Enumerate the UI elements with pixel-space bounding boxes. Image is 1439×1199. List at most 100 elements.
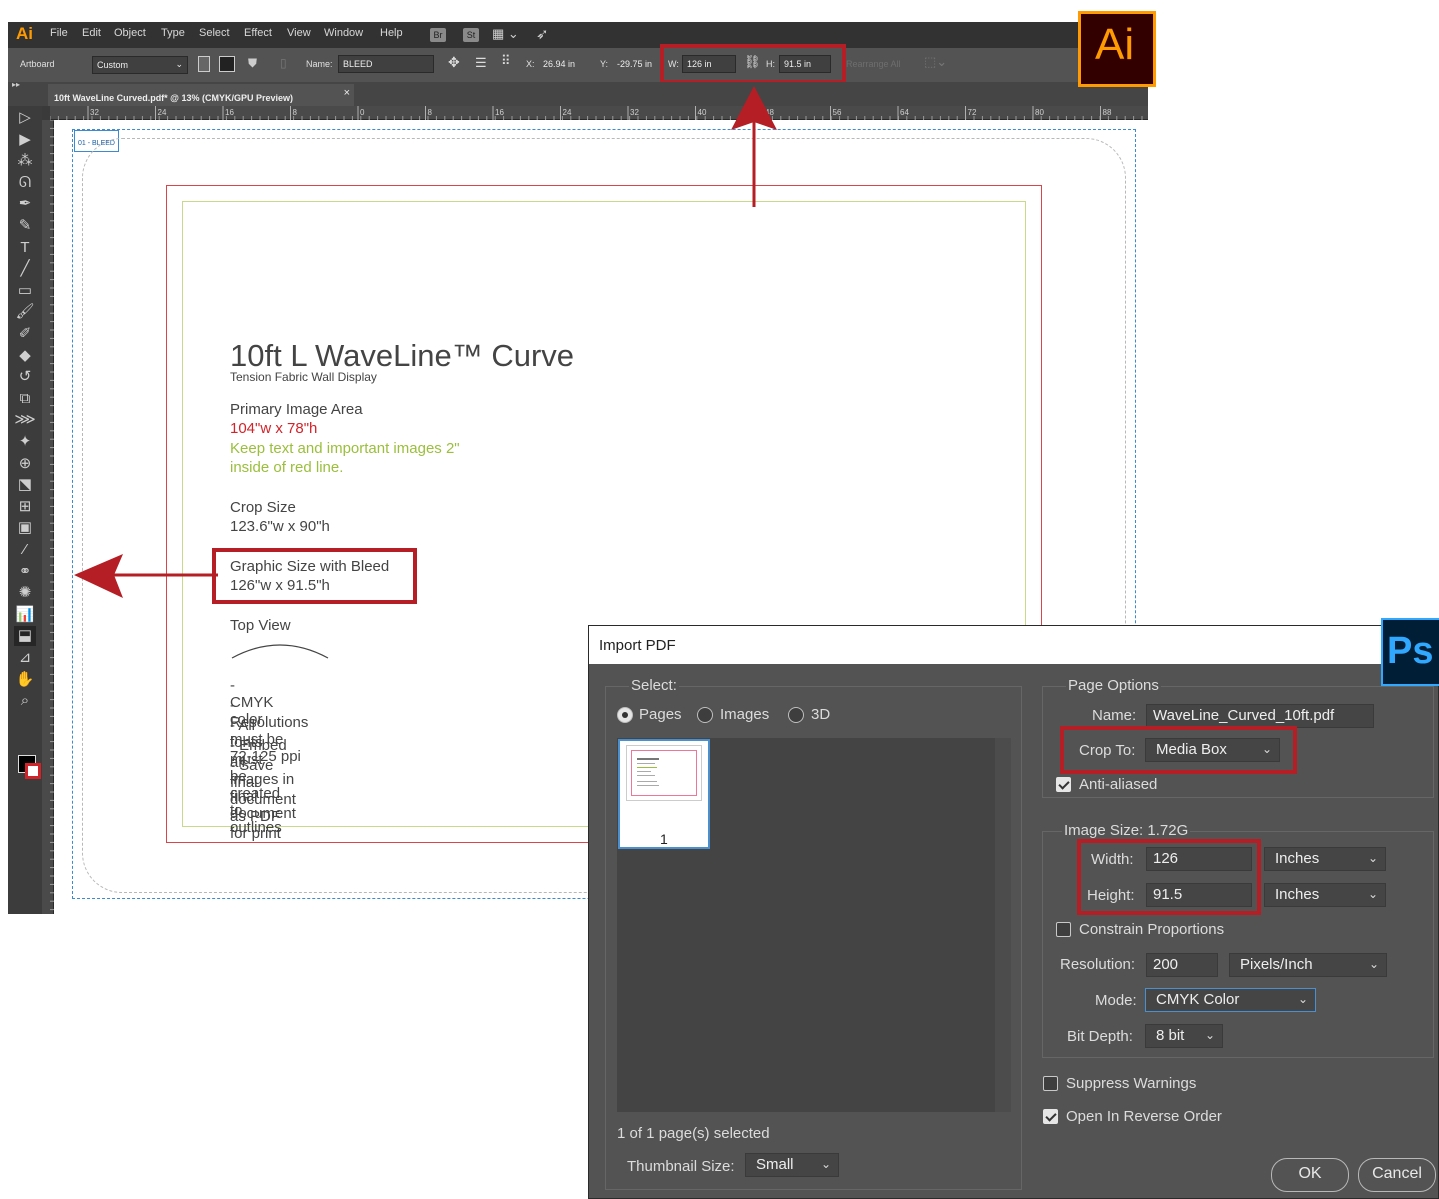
- perspective-grid-tool-icon[interactable]: ⬔: [14, 475, 36, 495]
- height-input[interactable]: 91.5: [1146, 883, 1252, 907]
- height-unit-value: Inches: [1275, 886, 1320, 903]
- pages-radio[interactable]: [617, 707, 633, 723]
- menu-select[interactable]: Select: [199, 27, 230, 39]
- thumbnail-size-select[interactable]: Small ⌄: [745, 1153, 839, 1177]
- portrait-icon[interactable]: [198, 56, 210, 72]
- direct-selection-tool-icon[interactable]: ▶: [14, 130, 36, 150]
- chevron-down-icon: ⌄: [820, 1157, 831, 1171]
- landscape-icon[interactable]: [219, 56, 235, 72]
- scale-tool-icon[interactable]: ⧉: [14, 389, 36, 409]
- eyedropper-tool-icon[interactable]: ⁄: [14, 540, 36, 560]
- ruler-label: 80: [1035, 108, 1044, 117]
- move-with-artboard-icon[interactable]: ⛊: [248, 56, 257, 71]
- lasso-tool-icon[interactable]: ᘏ: [14, 173, 36, 193]
- symbol-sprayer-tool-icon[interactable]: ✺: [14, 583, 36, 603]
- menu-window[interactable]: Window: [324, 27, 363, 39]
- ruler-label: 64: [900, 108, 909, 117]
- bit-depth-select[interactable]: 8 bit ⌄: [1145, 1024, 1223, 1048]
- rotate-tool-icon[interactable]: ↺: [14, 367, 36, 387]
- width-input[interactable]: 126: [1146, 847, 1252, 871]
- puppet-warp-tool-icon[interactable]: ✦: [14, 432, 36, 452]
- panel-collapse-icon[interactable]: ▸▸: [12, 80, 20, 89]
- menu-view[interactable]: View: [287, 27, 311, 39]
- curvature-tool-icon[interactable]: ✎: [14, 216, 36, 236]
- reverse-order-checkbox[interactable]: [1043, 1109, 1058, 1124]
- top-view-heading: Top View: [230, 617, 291, 634]
- magic-wand-tool-icon[interactable]: ⁂: [14, 151, 36, 171]
- grid-reference-icon[interactable]: ⠿: [501, 53, 511, 69]
- thumbnail-list[interactable]: 1: [617, 738, 1011, 1112]
- ok-button[interactable]: OK: [1271, 1158, 1349, 1192]
- eraser-tool-icon[interactable]: ◆: [14, 346, 36, 366]
- suppress-warnings-checkbox[interactable]: [1043, 1076, 1058, 1091]
- menu-type[interactable]: Type: [161, 27, 185, 39]
- pen-tool-icon[interactable]: ✒: [14, 194, 36, 214]
- paintbrush-tool-icon[interactable]: 🖌: [14, 302, 36, 322]
- document-tab[interactable]: 10ft WaveLine Curved.pdf* @ 13% (CMYK/GP…: [48, 84, 354, 106]
- name-input[interactable]: WaveLine_Curved_10ft.pdf: [1146, 704, 1374, 728]
- width-unit-select[interactable]: Inches ⌄: [1264, 847, 1386, 871]
- reference-point-icon[interactable]: ✥: [448, 54, 460, 71]
- menu-edit[interactable]: Edit: [82, 27, 101, 39]
- hand-tool-icon[interactable]: ✋: [14, 670, 36, 690]
- crop-size-heading: Crop Size: [230, 499, 296, 516]
- stock-button[interactable]: St: [463, 28, 479, 42]
- gradient-tool-icon[interactable]: ▣: [14, 518, 36, 538]
- type-tool-icon[interactable]: T: [14, 238, 36, 258]
- line-tool-icon[interactable]: ╱: [14, 259, 36, 279]
- width-height-arrow: [731, 86, 777, 207]
- menu-file[interactable]: File: [50, 27, 68, 39]
- y-input[interactable]: -29.75 in: [612, 55, 662, 73]
- illustrator-badge: Ai: [1078, 11, 1156, 87]
- shaper-tool-icon[interactable]: ✐: [14, 324, 36, 344]
- stroke-swatch[interactable]: [25, 763, 41, 779]
- slice-tool-icon[interactable]: ⊿: [14, 648, 36, 668]
- resolution-input[interactable]: 200: [1146, 953, 1218, 977]
- vertical-ruler-ticks: [50, 120, 54, 911]
- anti-aliased-label: Anti-aliased: [1079, 776, 1158, 793]
- top-view-curve: [231, 644, 329, 659]
- rectangle-tool-icon[interactable]: ▭: [14, 281, 36, 301]
- constrain-proportions-checkbox[interactable]: [1056, 922, 1071, 937]
- page-options-label: Page Options: [1066, 677, 1161, 694]
- workspace-switcher-icon[interactable]: ▦ ⌄: [492, 26, 519, 42]
- ruler-label: 72: [968, 108, 977, 117]
- artboard-name-input[interactable]: BLEED: [338, 55, 434, 73]
- menu-help[interactable]: Help: [380, 27, 403, 39]
- artboard-options-icon[interactable]: ▯: [280, 56, 287, 70]
- close-icon[interactable]: ×: [344, 87, 350, 99]
- menu-effect[interactable]: Effect: [244, 27, 272, 39]
- selection-tool-icon[interactable]: ▷: [14, 108, 36, 128]
- graphic-size-heading: Graphic Size with Bleed: [230, 558, 390, 575]
- menu-bar: Ai File Edit Object Type Select Effect View Win…: [8, 22, 1148, 48]
- mode-select[interactable]: CMYK Color ⌄: [1145, 988, 1316, 1012]
- bridge-button[interactable]: Br: [430, 28, 446, 42]
- mesh-tool-icon[interactable]: ⊞: [14, 497, 36, 517]
- anti-aliased-checkbox[interactable]: [1056, 777, 1071, 792]
- zoom-tool-icon[interactable]: ⌕: [14, 691, 36, 711]
- preset-select[interactable]: Custom ⌄: [92, 56, 188, 74]
- gpu-rocket-icon[interactable]: ➶: [536, 25, 549, 43]
- blend-tool-icon[interactable]: ⚭: [14, 562, 36, 582]
- ruler-label: 56: [833, 108, 842, 117]
- resolution-unit-select[interactable]: Pixels/Inch ⌄: [1229, 953, 1387, 977]
- safe-area-note-1: Keep text and important images 2": [230, 440, 460, 457]
- crop-size-value: 123.6"w x 90"h: [230, 518, 330, 535]
- rearrange-all-button[interactable]: Rearrange All: [846, 59, 901, 69]
- menu-object[interactable]: Object: [114, 27, 146, 39]
- x-input[interactable]: 26.94 in: [538, 55, 588, 73]
- images-radio[interactable]: [697, 707, 713, 723]
- artboard-tool-icon[interactable]: ⬓: [14, 626, 36, 647]
- width-tool-icon[interactable]: ⋙: [14, 410, 36, 430]
- shape-builder-tool-icon[interactable]: ⊕: [14, 454, 36, 474]
- page-thumbnail[interactable]: 1: [618, 739, 710, 849]
- bit-depth-value: 8 bit: [1156, 1027, 1185, 1044]
- artboard-presets-icon[interactable]: ⬚⌄: [924, 54, 947, 70]
- chevron-down-icon: ⌄: [1367, 887, 1378, 901]
- thumbnail-scrollbar[interactable]: [995, 738, 1011, 1112]
- align-icon[interactable]: ☰: [475, 55, 487, 71]
- height-unit-select[interactable]: Inches ⌄: [1264, 883, 1386, 907]
- cancel-button[interactable]: Cancel: [1358, 1158, 1436, 1192]
- graph-tool-icon[interactable]: 📊: [14, 605, 36, 625]
- 3d-radio[interactable]: [788, 707, 804, 723]
